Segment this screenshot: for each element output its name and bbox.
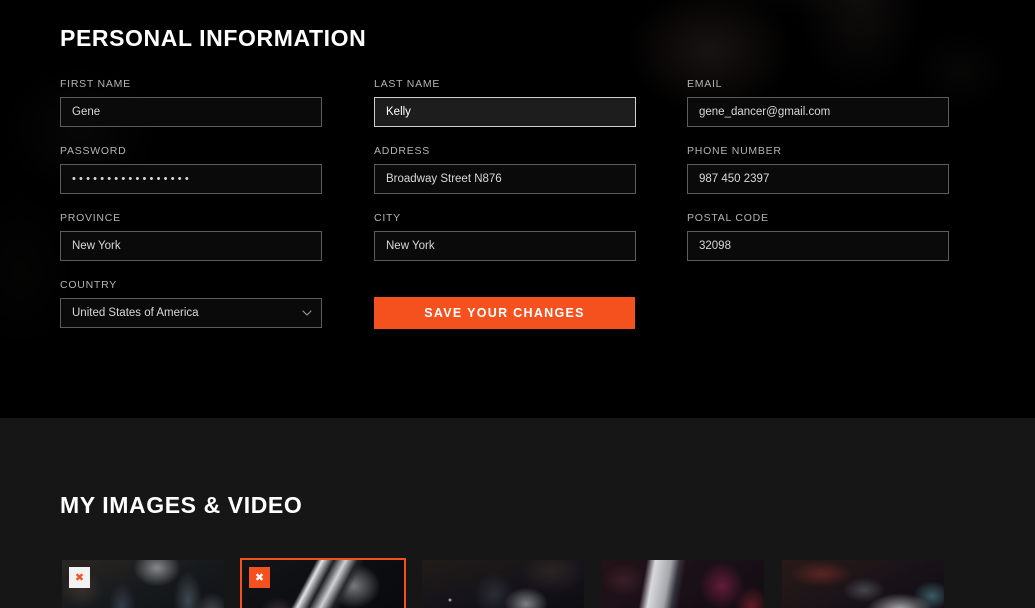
thumbnail-3[interactable] (420, 558, 586, 608)
field-last-name: LAST NAME (374, 78, 636, 127)
thumbnail-1[interactable]: ✖ (60, 558, 226, 608)
close-icon: ✖ (74, 571, 85, 584)
city-input[interactable] (374, 231, 636, 261)
thumbnail-delete-button[interactable]: ✖ (249, 567, 270, 588)
field-city: CITY (374, 212, 636, 261)
last-name-input[interactable] (374, 97, 636, 127)
save-changes-button[interactable]: SAVE YOUR CHANGES (374, 297, 635, 329)
address-input[interactable] (374, 164, 636, 194)
postal-code-input[interactable] (687, 231, 949, 261)
media-thumbnail-row: ✖ ✖ (60, 558, 975, 608)
password-input[interactable] (60, 164, 322, 194)
field-email: EMAIL (687, 78, 949, 127)
field-country: COUNTRY (60, 279, 322, 328)
media-section-title: MY IMAGES & VIDEO (60, 492, 303, 518)
thumbnail-image (602, 560, 764, 608)
thumbnail-2[interactable]: ✖ (240, 558, 406, 608)
personal-information-section: PERSONAL INFORMATION FIRST NAME LAST NAM… (0, 0, 1035, 418)
label-password: PASSWORD (60, 145, 127, 157)
province-input[interactable] (60, 231, 322, 261)
field-phone-number: PHONE NUMBER (687, 145, 949, 194)
label-city: CITY (374, 212, 401, 224)
field-first-name: FIRST NAME (60, 78, 322, 127)
phone-number-input[interactable] (687, 164, 949, 194)
first-name-input[interactable] (60, 97, 322, 127)
field-address: ADDRESS (374, 145, 636, 194)
close-icon: ✖ (254, 571, 265, 584)
label-province: PROVINCE (60, 212, 121, 224)
field-postal-code: POSTAL CODE (687, 212, 949, 261)
field-password: PASSWORD (60, 145, 322, 194)
thumbnail-image (422, 560, 584, 608)
thumbnail-4[interactable] (600, 558, 766, 608)
label-last-name: LAST NAME (374, 78, 441, 90)
media-section: MY IMAGES & VIDEO ✖ ✖ (0, 418, 1035, 608)
page-title: PERSONAL INFORMATION (60, 25, 367, 51)
thumbnail-delete-button[interactable]: ✖ (69, 567, 90, 588)
label-email: EMAIL (687, 78, 723, 90)
label-country: COUNTRY (60, 279, 117, 291)
label-first-name: FIRST NAME (60, 78, 131, 90)
label-address: ADDRESS (374, 145, 431, 157)
email-input[interactable] (687, 97, 949, 127)
thumbnail-5[interactable] (780, 558, 946, 608)
label-phone-number: PHONE NUMBER (687, 145, 782, 157)
country-select-wrapper[interactable] (60, 298, 322, 328)
label-postal-code: POSTAL CODE (687, 212, 769, 224)
thumbnail-image (782, 560, 944, 608)
field-province: PROVINCE (60, 212, 322, 261)
country-select[interactable] (60, 298, 322, 328)
